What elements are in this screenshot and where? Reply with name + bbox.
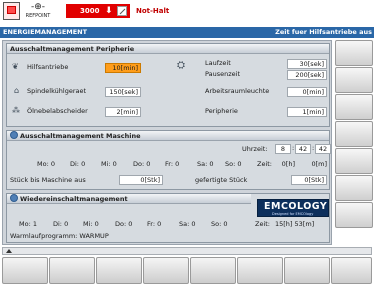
time-separator: :: [292, 144, 295, 152]
uhrzeit-second[interactable]: 42: [315, 144, 331, 154]
wiederein-zeit-value[interactable]: 15[h] 53[m]: [275, 220, 314, 229]
label-zeit: Zeit:: [257, 160, 272, 168]
softkey-vertical-5[interactable]: [335, 148, 373, 174]
emcology-logo: EMCOLOGY Designed for EMCOlogy: [257, 199, 329, 217]
zeit-hours[interactable]: 0[h]: [275, 160, 295, 169]
softkey-horizontal-8[interactable]: [331, 257, 372, 284]
day-mo[interactable]: Mo: 0: [37, 160, 55, 169]
section-wiedereinschalt: Wiedereinschaltmanagement EMCOLOGY Desig…: [6, 193, 330, 243]
oelnebelabscheider-field[interactable]: 2[min]: [105, 107, 141, 117]
clock-icon: [10, 131, 18, 139]
label-peripherie: Peripherie: [205, 107, 238, 115]
day-do[interactable]: Do: 0: [115, 220, 132, 229]
day-do[interactable]: Do: 0: [133, 160, 150, 169]
spindle-direction-icon: ⬇: [105, 6, 113, 16]
softkey-horizontal-2[interactable]: [49, 257, 95, 284]
day-so[interactable]: So: 0: [225, 160, 242, 169]
softkey-vertical-1[interactable]: [335, 40, 373, 66]
section-title-text: Wiedereinschaltmanagement: [20, 195, 128, 203]
peripherie-field[interactable]: 1[min]: [287, 107, 327, 117]
day-mi[interactable]: Mi: 0: [101, 160, 117, 169]
softkey-horizontal-1[interactable]: [2, 257, 48, 284]
status-bar: -⊕- REFPOINT 3000 ⬇ Not-Halt: [0, 0, 374, 23]
section-maschine: Ausschaltmanagement Maschine Uhrzeit: 8 …: [6, 130, 331, 190]
softkey-horizontal-3[interactable]: [96, 257, 142, 284]
label-uhrzeit: Uhrzeit:: [242, 145, 268, 153]
refpoint-indicator: -⊕- REFPOINT: [23, 2, 53, 20]
stueck-field[interactable]: 0[Stk]: [119, 175, 163, 185]
softkey-vertical-4[interactable]: [335, 121, 373, 147]
arbeitsraumleuchte-field[interactable]: 0[min]: [287, 87, 327, 97]
day-sa[interactable]: Sa: 0: [197, 160, 214, 169]
spindle-value: 3000: [80, 7, 100, 15]
lamp-icon: ⛭: [177, 60, 185, 71]
mist-icon: ⁂: [12, 106, 20, 115]
softkey-horizontal-5[interactable]: [190, 257, 236, 284]
uhrzeit-minute[interactable]: 42: [295, 144, 311, 154]
label-spindelkuehlgeraet: Spindelkühlgeraet: [27, 87, 87, 95]
logo-subtext: Designed for EMCOlogy: [272, 212, 314, 216]
softkey-vertical-7[interactable]: [335, 202, 373, 228]
logo-text: EMCOLOGY: [264, 201, 328, 212]
fan-icon: ❦: [12, 62, 19, 71]
section-peripherie: Ausschaltmanagement Peripherie ❦ Hilfsan…: [6, 43, 330, 127]
softkey-vertical-6[interactable]: [335, 175, 373, 201]
header-info: Zeit fuer Hilfsantriebe aus: [275, 28, 372, 36]
main-panel: Ausschaltmanagement Peripherie ❦ Hilfsan…: [2, 40, 332, 245]
section-title: Ausschaltmanagement Peripherie: [7, 44, 329, 54]
zeit-minutes[interactable]: 0[m]: [301, 160, 327, 169]
label-zeit: Zeit:: [255, 220, 270, 228]
window-header: ENERGIEMANAGEMENT Zeit fuer Hilfsantrieb…: [0, 27, 374, 38]
spindle-status: 3000 ⬇: [66, 4, 130, 18]
spindelkuehlgeraet-field[interactable]: 150[sek]: [105, 87, 141, 97]
label-hilfsantriebe: Hilfsantriebe: [27, 63, 69, 71]
softkey-horizontal-4[interactable]: [143, 257, 189, 284]
warmup-program[interactable]: Warmlaufprogramm: WARMUP: [10, 232, 109, 241]
label-arbeitsraumleuchte: Arbeitsraumleuchte: [205, 87, 270, 95]
label-laufzeit: Laufzeit: [205, 59, 231, 67]
coolant-icon: ⌂: [14, 86, 20, 95]
feed-override-icon: [117, 6, 127, 16]
refpoint-label: REFPOINT: [25, 13, 51, 19]
page-title: ENERGIEMANAGEMENT: [3, 28, 88, 36]
day-sa[interactable]: Sa: 0: [179, 220, 196, 229]
day-fr[interactable]: Fr: 0: [165, 160, 179, 169]
day-fr[interactable]: Fr: 0: [147, 220, 161, 229]
uhrzeit-hour[interactable]: 8: [275, 144, 291, 154]
softkey-horizontal-7[interactable]: [284, 257, 330, 284]
laufzeit-field[interactable]: 30[sek]: [287, 59, 327, 69]
day-mi[interactable]: Mi: 0: [83, 220, 99, 229]
softkey-vertical-3[interactable]: [335, 94, 373, 120]
day-so[interactable]: So: 0: [211, 220, 228, 229]
section-title-wiedereinschalt: Wiedereinschaltmanagement: [7, 194, 251, 204]
day-di[interactable]: Di: 0: [70, 160, 85, 169]
refpoint-icon: -⊕-: [31, 2, 46, 12]
day-mo[interactable]: Mo: 1: [19, 220, 37, 229]
section-title-text: Ausschaltmanagement Maschine: [20, 132, 141, 140]
clock-icon: [10, 194, 18, 202]
pausenzeit-field[interactable]: 200[sek]: [287, 70, 327, 80]
label-pausenzeit: Pausenzeit: [205, 70, 241, 78]
label-oelnebelabscheider: Ölnebelabscheider: [27, 107, 88, 115]
label-gefertigt: gefertigte Stück: [195, 176, 248, 184]
section-title-maschine: Ausschaltmanagement Maschine: [7, 131, 329, 141]
day-di[interactable]: Di: 0: [53, 220, 68, 229]
scroll-strip[interactable]: [2, 247, 372, 255]
softkey-vertical-2[interactable]: [335, 67, 373, 93]
machine-status-icon: [3, 2, 20, 20]
hilfsantriebe-field[interactable]: 10[min]: [105, 63, 141, 73]
scroll-up-icon[interactable]: [6, 249, 12, 253]
softkey-horizontal-6[interactable]: [237, 257, 283, 284]
gefertigt-field[interactable]: 0[Stk]: [291, 175, 327, 185]
label-stueck: Stück bis Maschine aus: [10, 176, 86, 184]
mode-text: Not-Halt: [136, 7, 170, 15]
time-separator: :: [312, 144, 315, 152]
